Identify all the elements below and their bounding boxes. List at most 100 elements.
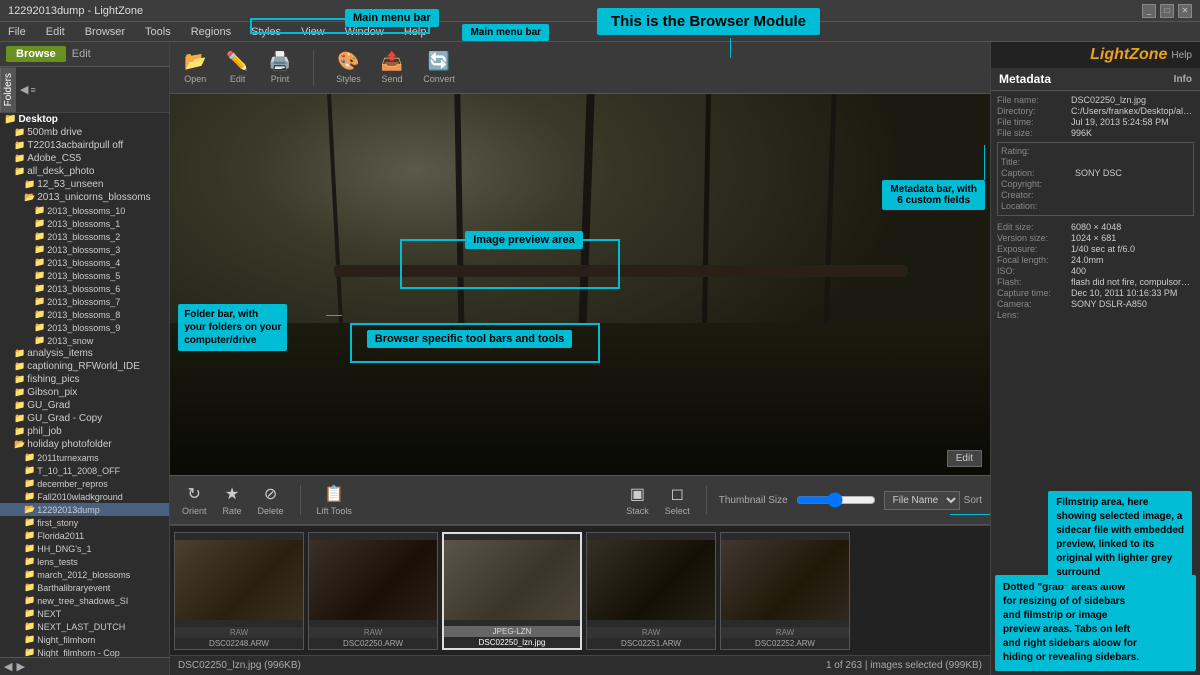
meta-label: Copyright:	[1001, 179, 1071, 189]
list-item[interactable]: 📁 GU_Grad	[0, 399, 169, 412]
list-item[interactable]: 📂 holiday photofolder	[0, 438, 169, 451]
list-item[interactable]: 📁 march_2012_blossoms	[0, 568, 169, 581]
list-item[interactable]: 📁 Barthalibraryevent	[0, 581, 169, 594]
forest-image	[170, 94, 990, 475]
toolbar-separator	[313, 50, 314, 86]
folder-desktop[interactable]: 📁 Desktop	[0, 113, 169, 126]
browse-tab[interactable]: Browse	[6, 46, 66, 62]
orient-tool[interactable]: ↻ Orient	[178, 482, 211, 518]
list-item[interactable]: 📁 HH_DNG's_1	[0, 542, 169, 555]
title-bar: 12292013dump - LightZone _ □ ✕	[0, 0, 1200, 22]
thumbnail-size-slider[interactable]	[796, 492, 876, 508]
meta-value-dir: C:/Users/frankex/Desktop/all_desk...	[1071, 106, 1194, 116]
list-item[interactable]: 📁 2013_blossoms_10	[0, 204, 169, 217]
rate-tool[interactable]: ★ Rate	[219, 482, 246, 518]
menu-regions[interactable]: Regions	[187, 24, 235, 40]
list-item[interactable]: 📁 Adobe_CS5	[0, 152, 169, 165]
list-item[interactable]: 📁 Night_filmhorn	[0, 633, 169, 646]
list-item[interactable]: 📁 2013_snow	[0, 334, 169, 347]
film-item[interactable]: RAW DSC02248.ARW	[174, 532, 304, 650]
list-item[interactable]: 📁 500mb drive	[0, 126, 169, 139]
list-item[interactable]: 📁 december_repros	[0, 477, 169, 490]
film-item[interactable]: RAW DSC02251.ARW	[586, 532, 716, 650]
sort-select[interactable]: File Name	[884, 491, 960, 510]
edit-button[interactable]: ✏️ Edit	[220, 47, 254, 88]
send-icon: 📤	[381, 51, 403, 72]
film-item[interactable]: RAW DSC02252.ARW	[720, 532, 850, 650]
menu-browser[interactable]: Browser	[81, 24, 129, 40]
list-item[interactable]: 📁 GU_Grad - Copy	[0, 412, 169, 425]
convert-button[interactable]: 🔄 Convert	[417, 47, 461, 88]
select-tool[interactable]: ◻ Select	[661, 482, 694, 518]
list-item[interactable]: 📁 2011turnexams	[0, 451, 169, 464]
send-button[interactable]: 📤 Send	[375, 47, 409, 88]
nav-options[interactable]: ≡	[30, 85, 35, 95]
close-button[interactable]: ✕	[1178, 4, 1192, 18]
menu-view[interactable]: View	[297, 24, 329, 40]
meta-label: Caption:	[1001, 168, 1071, 178]
list-item[interactable]: 📁 2013_blossoms_7	[0, 295, 169, 308]
film-item-selected[interactable]: JPEG-LZN DSC02250_lzn.jpg	[442, 532, 582, 650]
list-item[interactable]: 📁 12_53_unseen	[0, 178, 169, 191]
folders-tab[interactable]: Folders	[0, 67, 16, 112]
edit-tab[interactable]: Edit	[72, 48, 91, 60]
film-type: RAW	[721, 627, 849, 638]
list-item[interactable]: 📁 T_10_11_2008_OFF	[0, 464, 169, 477]
list-item[interactable]: 📁 2013_blossoms_3	[0, 243, 169, 256]
menu-edit[interactable]: Edit	[42, 24, 69, 40]
menu-window[interactable]: Window	[341, 24, 388, 40]
main-area: Browse Edit Folders ◀ ≡ 📁 Desktop 📁 500m…	[0, 42, 1200, 675]
image-edit-badge[interactable]: Edit	[947, 450, 982, 467]
list-item[interactable]: 📁 lens_tests	[0, 555, 169, 568]
menu-help[interactable]: Help	[400, 24, 431, 40]
help-button[interactable]: Help	[1171, 50, 1192, 61]
list-item[interactable]: 📁 2013_blossoms_6	[0, 282, 169, 295]
list-item[interactable]: 📁 NEXT_LAST_DUTCH	[0, 620, 169, 633]
list-item[interactable]: 📁 all_desk_photo	[0, 165, 169, 178]
list-item[interactable]: 📁 2013_blossoms_9	[0, 321, 169, 334]
meta-value-lens	[1071, 310, 1194, 320]
list-item[interactable]: 📁 analysis_items	[0, 347, 169, 360]
menu-tools[interactable]: Tools	[141, 24, 175, 40]
folder-selected[interactable]: 📂 12292013dump	[0, 503, 169, 516]
sidebar-nav-right[interactable]: ▶	[16, 660, 24, 673]
list-item[interactable]: 📁 Florida2011	[0, 529, 169, 542]
stack-tool[interactable]: ▣ Stack	[622, 482, 653, 518]
meta-editsize-row: Edit size: 6080 × 4048	[997, 222, 1194, 232]
window-controls[interactable]: _ □ ✕	[1142, 4, 1192, 18]
menu-file[interactable]: File	[4, 24, 30, 40]
list-item[interactable]: 📁 Gibson_pix	[0, 386, 169, 399]
lift-tools-tool[interactable]: 📋 Lift Tools	[313, 482, 356, 518]
meta-label: Creator:	[1001, 190, 1071, 200]
list-item[interactable]: 📁 fishing_pics	[0, 373, 169, 386]
list-item[interactable]: 📁 T22013acbairdpull off	[0, 139, 169, 152]
menu-styles[interactable]: Styles	[247, 24, 285, 40]
list-item[interactable]: 📁 2013_blossoms_2	[0, 230, 169, 243]
list-item[interactable]: 📁 2013_blossoms_4	[0, 256, 169, 269]
meta-focallength-row: Focal length: 24.0mm	[997, 255, 1194, 265]
sidebar-nav-left[interactable]: ◀	[4, 660, 12, 673]
open-button[interactable]: 📂 Open	[178, 47, 212, 88]
list-item[interactable]: 📂 2013_unicorns_blossoms	[0, 191, 169, 204]
list-item[interactable]: 📁 captioning_RFWorld_IDE	[0, 360, 169, 373]
film-item[interactable]: RAW DSC02250.ARW	[308, 532, 438, 650]
styles-button[interactable]: 🎨 Styles	[330, 47, 367, 88]
list-item[interactable]: 📁 2013_blossoms_1	[0, 217, 169, 230]
info-tab[interactable]: Info	[1174, 74, 1192, 85]
fallen-log	[334, 265, 908, 277]
maximize-button[interactable]: □	[1160, 4, 1174, 18]
film-label: DSC02252.ARW	[721, 638, 849, 649]
list-item[interactable]: 📁 Fall2010wladkground	[0, 490, 169, 503]
minimize-button[interactable]: _	[1142, 4, 1156, 18]
delete-tool[interactable]: ⊘ Delete	[254, 482, 288, 518]
nav-back[interactable]: ◀	[20, 83, 28, 96]
list-item[interactable]: 📁 first_stony	[0, 516, 169, 529]
list-item[interactable]: 📁 2013_blossoms_5	[0, 269, 169, 282]
sidebar-tabs: Folders ◀ ≡	[0, 67, 169, 113]
print-button[interactable]: 🖨️ Print	[263, 47, 297, 88]
list-item[interactable]: 📁 new_tree_shadows_SI	[0, 594, 169, 607]
list-item[interactable]: 📁 Night_filmhorn - Cop	[0, 646, 169, 657]
list-item[interactable]: 📁 phil_job	[0, 425, 169, 438]
list-item[interactable]: 📁 2013_blossoms_8	[0, 308, 169, 321]
list-item[interactable]: 📁 NEXT	[0, 607, 169, 620]
